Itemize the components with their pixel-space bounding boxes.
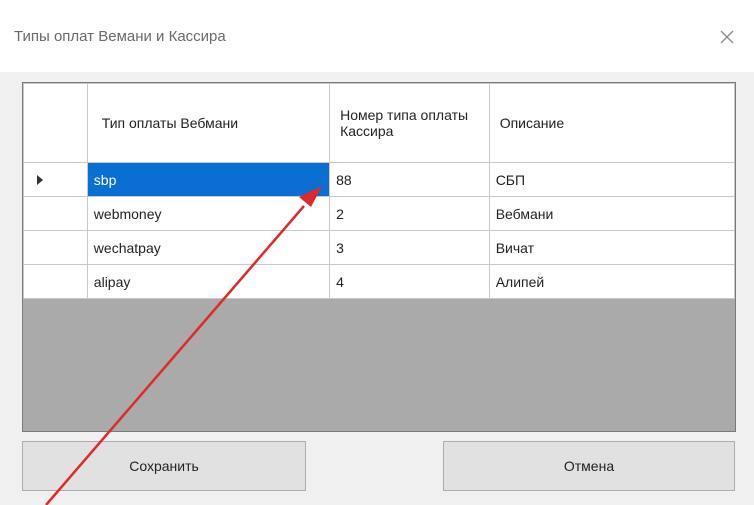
table-row[interactable]: sbp 88 СБП	[23, 162, 736, 197]
row-header-cell[interactable]	[23, 162, 88, 197]
close-button[interactable]	[712, 22, 742, 52]
type-cell[interactable]: sbp	[86, 162, 331, 197]
number-cell[interactable]: 3	[329, 230, 490, 265]
dialog-title: Типы оплат Вемани и Кассира	[14, 28, 226, 45]
table-row[interactable]: wechatpay 3 Вичат	[23, 230, 736, 265]
table-row[interactable]: webmoney 2 Вебмани	[23, 196, 736, 231]
description-cell[interactable]: Вебмани	[488, 196, 736, 231]
payment-types-grid[interactable]: Тип оплаты Вебмани Номер типа оплаты Кас…	[22, 82, 736, 432]
close-icon	[720, 30, 734, 44]
description-cell[interactable]: СБП	[488, 162, 736, 197]
column-header-description[interactable]: Описание	[488, 83, 736, 163]
column-header-type[interactable]: Тип оплаты Вебмани	[86, 83, 331, 163]
grid-table: Тип оплаты Вебмани Номер типа оплаты Кас…	[23, 83, 736, 299]
save-button[interactable]: Сохранить	[22, 441, 306, 491]
corner-header-cell[interactable]	[23, 83, 88, 163]
description-cell[interactable]: Вичат	[488, 230, 736, 265]
title-bar: Типы оплат Вемани и Кассира	[0, 0, 754, 72]
current-row-arrow-icon	[37, 175, 43, 185]
column-header-number[interactable]: Номер типа оплаты Кассира	[329, 83, 490, 163]
dialog-window: Типы оплат Вемани и Кассира Тип оплаты В…	[0, 0, 754, 505]
row-header-cell[interactable]	[23, 264, 88, 299]
type-cell[interactable]: webmoney	[86, 196, 331, 231]
row-header-cell[interactable]	[23, 196, 88, 231]
number-cell[interactable]: 88	[329, 162, 490, 197]
table-row[interactable]: alipay 4 Алипей	[23, 264, 736, 299]
cancel-button[interactable]: Отмена	[443, 441, 735, 491]
type-cell[interactable]: wechatpay	[86, 230, 331, 265]
header-row: Тип оплаты Вебмани Номер типа оплаты Кас…	[23, 83, 736, 163]
type-cell[interactable]: alipay	[86, 264, 331, 299]
number-cell[interactable]: 4	[329, 264, 490, 299]
number-cell[interactable]: 2	[329, 196, 490, 231]
description-cell[interactable]: Алипей	[488, 264, 736, 299]
row-header-cell[interactable]	[23, 230, 88, 265]
